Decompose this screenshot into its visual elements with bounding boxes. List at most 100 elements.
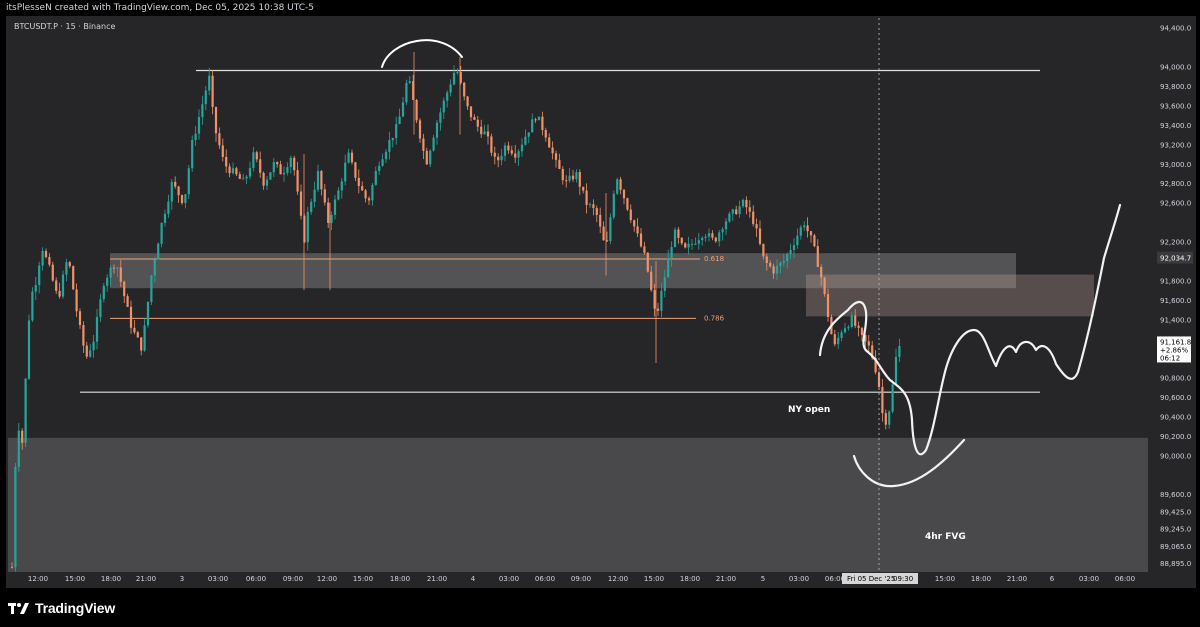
candle-body [259,159,262,173]
candle-body [398,116,401,125]
candle-body [599,214,602,227]
candle-body [143,325,146,351]
candle-body [449,84,452,93]
candle-body [473,117,476,120]
candle-body [724,221,728,230]
candle-body [228,166,231,174]
candle-body [255,152,258,160]
tradingview-logo: TradingView [8,598,115,618]
x-tick-label: 03:00 [789,575,809,583]
candle-body [622,189,626,199]
candle-body [626,198,629,210]
candle-body [235,168,238,175]
candle-body [490,136,493,153]
candle-body [208,75,211,91]
candle-body [95,317,99,342]
candle-body [826,294,830,317]
candle-body [129,306,133,328]
candle-body [442,100,445,113]
candle-body [541,116,544,131]
x-tick-label: 21:00 [1007,575,1027,583]
candle-body [102,285,105,300]
candle-body [78,311,82,326]
x-tick-label: 18:00 [101,575,121,583]
candle-body [429,150,432,165]
candle-body [75,289,78,312]
candle-body [690,243,694,245]
candle-body [432,137,435,151]
candle-body [354,162,357,178]
candle-body [92,341,95,351]
candle-body [68,262,71,267]
candle-body [153,259,156,276]
candle-body [422,138,425,151]
candle-body [833,334,836,345]
symbol-legend[interactable]: BTCUSDT.P · 15 · Binance [14,22,115,31]
candle-body [520,144,524,152]
candle-body [384,151,388,160]
candle-body [245,176,248,179]
y-tick-label: 89,245.0 [1160,526,1191,534]
candle-body [41,250,44,266]
arc-drawing[interactable] [381,39,463,68]
chart-canvas[interactable]: 0.618 0.786 NY open 4hr FVG 94,400.0 94,0… [0,0,1200,627]
candle-body [820,266,823,278]
candle-body [884,413,887,425]
x-tick-label: 12:00 [317,575,337,583]
candle-body [248,168,252,177]
candle-body [435,122,439,138]
candle-body [544,130,547,138]
candle-body [272,162,275,173]
candle-body [575,172,578,180]
candle-body [180,195,184,204]
candle-body [299,191,303,216]
candle-body [418,120,422,139]
candle-body [888,411,891,425]
x-tick-label: 21:00 [427,575,447,583]
y-tick-label: 91,800.0 [1160,277,1191,285]
candle-body [276,162,279,165]
candle-body [446,92,449,101]
candle-body [265,179,269,186]
x-tick-label: 18:00 [971,575,991,583]
y-tick-label: 91,600.0 [1160,297,1191,305]
candle-body [109,267,112,278]
candle-body [252,152,255,169]
candle-body [99,299,102,318]
projection-path-drawing[interactable] [818,203,1122,456]
y-tick-label: 90,600.0 [1160,394,1191,402]
candle-body [616,179,619,194]
candle-body [565,180,568,182]
4hr-fvg-zone[interactable] [8,437,1148,572]
candle-body [704,236,707,238]
ny-open-annotation[interactable]: NY open [788,405,830,415]
candle-body [425,150,428,165]
candle-body [813,235,816,247]
candle-body [796,235,799,246]
crosshair-date-label: Fri 05 Dec '25 [847,575,895,583]
candle-body [391,137,394,141]
candle-body [891,384,894,412]
candle-body [38,265,41,286]
y-tick-label: 90,400.0 [1160,413,1191,421]
candle-body [762,243,765,257]
candle-body [337,190,340,200]
tradingview-snapshot: itsPlesseN created with TradingView.com,… [0,0,1200,627]
candle-body [752,211,755,225]
candle-body [415,99,418,121]
candle-body [89,350,92,357]
candle-body [816,246,819,267]
candle-body [602,226,605,241]
candle-body [653,290,656,309]
candle-body [782,261,785,263]
x-tick-label: 18:00 [390,575,410,583]
candle-body [527,132,530,137]
candle-body [55,280,58,291]
candle-body [374,170,377,185]
y-tick-label: 93,400.0 [1160,122,1191,130]
candle-body [140,337,143,351]
fvg-annotation[interactable]: 4hr FVG [925,532,966,542]
x-tick-label: 03:00 [208,575,228,583]
candle-body [667,258,670,278]
candle-body [456,72,459,74]
